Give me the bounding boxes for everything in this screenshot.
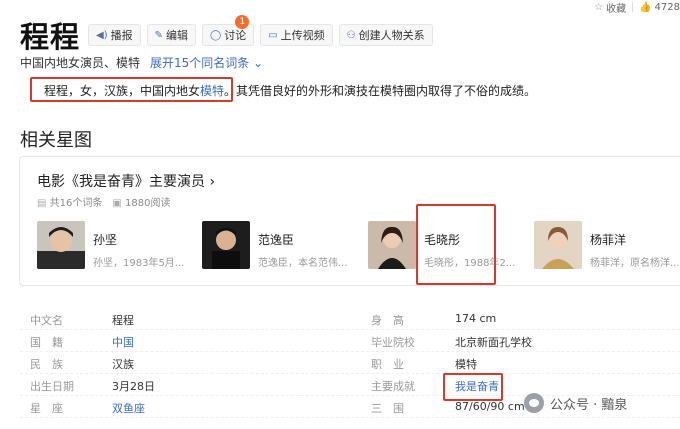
info-label: 主要成就 [371,380,415,393]
person-name: 孙坚 [93,233,118,247]
entry-subtitle: 中国内地女演员、模特 展开15个同名词条 ⌄ [20,54,263,71]
discuss-label: 讨论 [224,29,247,42]
highlight-box-achievement [443,373,503,401]
top-bar: ☆ 收藏 👍 4728 [594,0,680,15]
star-card-title-link[interactable]: 电影《我是奋青》主要演员 › [37,171,215,191]
discuss-button[interactable]: ◯ 讨论 1 [202,15,255,46]
read-count: 1880阅读 [125,198,171,209]
person-card[interactable]: 杨菲洋 杨菲洋，原名杨洋... [534,221,680,269]
info-value: 北京新面孔学校 [455,336,532,349]
info-value: 174 cm [455,312,497,325]
star-icon: ☆ [594,1,604,13]
discuss-badge: 1 [235,15,250,29]
upload-video-button[interactable]: ▭ 上传视频 [260,24,333,46]
entry-count: 共16个词条 [49,198,103,209]
info-value: 模特 [455,358,477,371]
info-label: 星 座 [30,402,63,415]
wechat-icon [524,393,544,413]
create-relation-label: 创建人物关系 [358,29,425,42]
info-label: 国 籍 [30,336,63,349]
info-label: 职 业 [371,358,404,371]
page-title: 程程 [20,20,81,54]
title-row: 程程 ◀) 播报 ✎ 编辑 ◯ 讨论 1 ▭ 上传视频 ⚇ 创建人物关系 [20,14,439,56]
person-name: 范逸臣 [258,233,295,247]
person-desc: 孙坚，1983年5月... [93,258,185,269]
like-count: 4728 [654,1,680,13]
chevron-down-icon: ⌄ [253,56,264,70]
info-label: 三 围 [371,402,404,415]
info-value: 3月28日 [112,380,155,393]
bookmark-label: 收藏 [606,3,627,15]
person-name: 杨菲洋 [590,233,627,247]
eye-icon: ▣ [112,198,122,209]
chat-bubble-icon: ◯ [210,29,222,41]
chevron-right-icon: › [209,174,216,190]
info-label: 民 族 [30,358,63,371]
avatar [37,221,85,269]
person-desc: 杨菲洋，原名杨洋... [590,258,680,269]
avatar [368,221,416,269]
info-value: 汉族 [112,358,134,371]
speaker-icon: ◀) [96,29,108,41]
people-icon: ⚇ [346,29,356,41]
person-card[interactable]: 范逸臣 范逸臣，本名范伟... [202,221,348,269]
highlight-box-person [416,204,496,285]
broadcast-button[interactable]: ◀) 播报 [88,24,141,46]
table-row: 中文名 程程 身 高 174 cm [20,308,680,330]
like-button[interactable]: 👍 4728 [639,2,680,13]
watermark: 公众号 · 黯泉 [524,393,627,413]
create-relation-button[interactable]: ⚇ 创建人物关系 [338,24,433,46]
upload-video-label: 上传视频 [280,29,325,42]
thumbs-up-icon: 👍 [639,1,652,13]
edit-button[interactable]: ✎ 编辑 [146,24,196,46]
person-desc: 范逸臣，本名范伟... [258,258,348,269]
info-value: 87/60/90 cm [455,400,525,413]
broadcast-label: 播报 [110,29,133,42]
avatar [534,221,582,269]
table-row: 国 籍 中国 毕业院校 北京新面孔学校 [20,330,680,352]
section-title-star-map: 相关星图 [20,130,92,151]
avatar [202,221,250,269]
info-label: 毕业院校 [371,336,415,349]
watermark-text: 公众号 · 黯泉 [550,397,628,413]
star-card-meta: ▤ 共16个词条 ▣ 1880阅读 [37,194,170,209]
info-value: 程程 [112,314,134,327]
highlight-box-summary [30,77,233,102]
star-card-title: 电影《我是奋青》主要演员 [37,174,205,190]
table-row: 民 族 汉族 职 业 模特 [20,352,680,374]
edit-label: 编辑 [166,29,188,42]
divider [632,2,634,12]
video-icon: ▭ [268,29,278,41]
star-map-card: 电影《我是奋青》主要演员 › ▤ 共16个词条 ▣ 1880阅读 < 孙坚 孙坚… [19,156,680,286]
info-value-link[interactable]: 中国 [112,334,134,350]
document-icon: ▤ [37,198,47,209]
info-label: 中文名 [30,314,63,327]
pencil-icon: ✎ [154,29,163,41]
info-label: 身 高 [371,314,404,327]
expand-homonyms-label: 展开15个同名词条 [150,56,250,70]
bookmark-button[interactable]: ☆ 收藏 [594,0,626,15]
entry-description: 中国内地女演员、模特 [20,56,141,70]
person-card[interactable]: 孙坚 孙坚，1983年5月... [37,221,184,269]
summary-rest-text: 。其凭借良好的外形和演技在模特圈内取得了不俗的成绩。 [224,84,537,98]
expand-homonyms-link[interactable]: 展开15个同名词条 ⌄ [150,54,263,71]
info-value-link[interactable]: 双鱼座 [112,400,145,416]
info-label: 出生日期 [30,380,74,393]
